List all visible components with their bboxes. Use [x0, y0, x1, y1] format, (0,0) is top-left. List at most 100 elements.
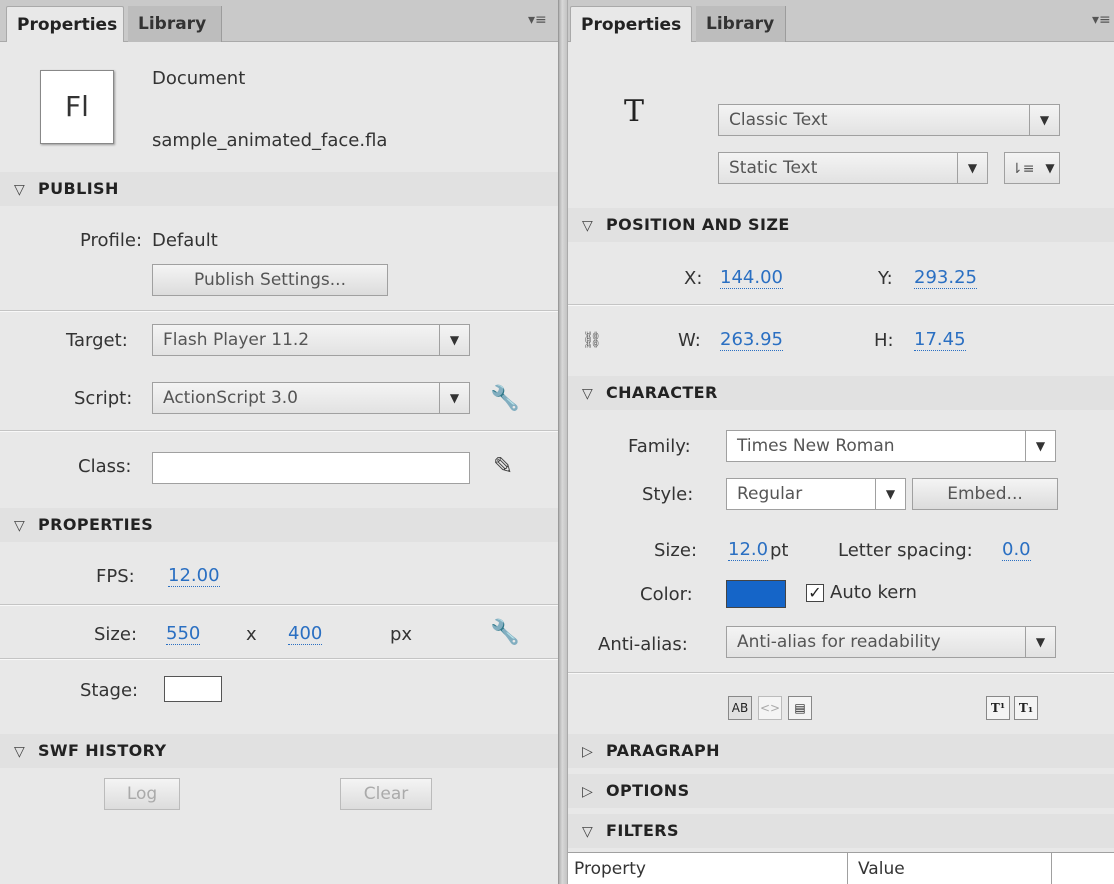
- stage-height-value[interactable]: 400: [288, 624, 323, 645]
- swf-history-section-header[interactable]: ▽ SWF HISTORY: [0, 734, 558, 768]
- script-label: Script:: [74, 388, 133, 409]
- paragraph-section-header[interactable]: ▷ PARAGRAPH: [568, 734, 1114, 768]
- property-column-header[interactable]: Property: [568, 853, 848, 884]
- options-title: OPTIONS: [606, 781, 690, 800]
- script-dropdown[interactable]: ActionScript 3.0 ▼: [152, 382, 470, 414]
- y-value[interactable]: 293.25: [914, 268, 977, 289]
- w-label: W:: [678, 330, 701, 351]
- anti-alias-value: Anti-alias for readability: [737, 632, 941, 652]
- x-value[interactable]: 144.00: [720, 268, 783, 289]
- text-orientation-icon: ⇂≡: [1011, 161, 1035, 177]
- filters-title: FILTERS: [606, 821, 679, 840]
- anti-alias-label: Anti-alias:: [598, 634, 688, 655]
- panel-splitter[interactable]: [558, 0, 568, 884]
- font-size-label: Size:: [654, 540, 698, 561]
- right-tab-bar: Properties Library ▾≡: [568, 0, 1114, 42]
- wrench-icon[interactable]: 🔧: [490, 618, 520, 646]
- filters-section-header[interactable]: ▽ FILTERS: [568, 814, 1114, 848]
- text-type-value: Static Text: [729, 158, 818, 178]
- target-value: Flash Player 11.2: [163, 330, 310, 350]
- properties-section-header[interactable]: ▽ PROPERTIES: [0, 508, 558, 542]
- text-type-dropdown[interactable]: Static Text ▼: [718, 152, 988, 184]
- subscript-icon[interactable]: T₁: [1014, 696, 1038, 720]
- chevron-down-icon: ▼: [875, 479, 905, 509]
- style-label: Style:: [642, 484, 694, 505]
- auto-kern-checkbox[interactable]: ✓: [806, 584, 824, 602]
- show-border-icon[interactable]: ▤: [788, 696, 812, 720]
- font-style-value: Regular: [737, 484, 803, 504]
- profile-label: Profile:: [80, 230, 143, 251]
- panel-menu-icon[interactable]: ▾≡: [528, 12, 548, 28]
- pencil-icon[interactable]: ✎: [488, 452, 518, 480]
- text-orientation-dropdown[interactable]: ⇂≡ ▼: [1004, 152, 1060, 184]
- publish-title: PUBLISH: [38, 179, 119, 198]
- embed-button[interactable]: Embed...: [912, 478, 1058, 510]
- font-style-dropdown[interactable]: Regular ▼: [726, 478, 906, 510]
- superscript-icon[interactable]: T¹: [986, 696, 1010, 720]
- render-html-icon[interactable]: <>: [758, 696, 782, 720]
- character-section-header[interactable]: ▽ CHARACTER: [568, 376, 1114, 410]
- class-input[interactable]: [152, 452, 470, 484]
- collapse-triangle-icon: ▽: [582, 824, 594, 840]
- divider: [568, 672, 1114, 674]
- script-value: ActionScript 3.0: [163, 388, 298, 408]
- tab-properties[interactable]: Properties: [6, 6, 124, 42]
- position-size-section-header[interactable]: ▽ POSITION AND SIZE: [568, 208, 1114, 242]
- collapse-triangle-icon: ▽: [582, 386, 594, 402]
- publish-settings-button[interactable]: Publish Settings...: [152, 264, 388, 296]
- target-dropdown[interactable]: Flash Player 11.2 ▼: [152, 324, 470, 356]
- size-unit: px: [390, 624, 413, 645]
- stage-color-swatch[interactable]: [164, 676, 222, 702]
- divider: [0, 310, 558, 312]
- right-properties-panel: Properties Library ▾≡ T Classic Text ▼ S…: [568, 0, 1114, 884]
- chevron-down-icon: ▼: [1025, 431, 1055, 461]
- divider: [0, 430, 558, 432]
- tab-library[interactable]: Library: [696, 6, 786, 42]
- auto-kern-label: Auto kern: [830, 582, 917, 603]
- properties-title: PROPERTIES: [38, 515, 154, 534]
- font-size-value[interactable]: 12.0: [728, 540, 769, 561]
- options-section-header[interactable]: ▷ OPTIONS: [568, 774, 1114, 808]
- color-label: Color:: [640, 584, 693, 605]
- font-size-unit: pt: [770, 540, 789, 561]
- paragraph-title: PARAGRAPH: [606, 741, 720, 760]
- h-value[interactable]: 17.45: [914, 330, 966, 351]
- font-family-dropdown[interactable]: Times New Roman ▼: [726, 430, 1056, 462]
- h-label: H:: [874, 330, 894, 351]
- text-color-swatch[interactable]: [726, 580, 786, 608]
- expand-triangle-icon: ▷: [582, 784, 594, 800]
- chevron-down-icon: ▼: [1029, 105, 1059, 135]
- anti-alias-dropdown[interactable]: Anti-alias for readability ▼: [726, 626, 1056, 658]
- collapse-triangle-icon: ▽: [14, 182, 26, 198]
- selectable-text-icon[interactable]: AB: [728, 696, 752, 720]
- text-engine-value: Classic Text: [729, 110, 828, 130]
- clear-button[interactable]: Clear: [340, 778, 432, 810]
- letter-spacing-value[interactable]: 0.0: [1002, 540, 1031, 561]
- w-value[interactable]: 263.95: [720, 330, 783, 351]
- document-type-label: Document: [152, 68, 246, 89]
- class-label: Class:: [78, 456, 132, 477]
- flash-document-icon: Fl: [40, 70, 114, 144]
- chevron-down-icon: ▼: [1045, 161, 1055, 175]
- value-column-header[interactable]: Value: [852, 853, 1052, 884]
- log-button[interactable]: Log: [104, 778, 180, 810]
- panel-menu-icon[interactable]: ▾≡: [1092, 12, 1112, 28]
- left-properties-panel: Properties Library ▾≡ Fl Document sample…: [0, 0, 558, 884]
- fps-value[interactable]: 12.00: [168, 566, 220, 587]
- publish-section-header[interactable]: ▽ PUBLISH: [0, 172, 558, 206]
- tab-library[interactable]: Library: [128, 6, 222, 42]
- expand-triangle-icon: ▷: [582, 744, 594, 760]
- tab-properties[interactable]: Properties: [570, 6, 692, 42]
- position-size-title: POSITION AND SIZE: [606, 215, 790, 234]
- y-label: Y:: [878, 268, 893, 289]
- stage-width-value[interactable]: 550: [166, 624, 201, 645]
- wrench-icon[interactable]: 🔧: [490, 384, 520, 412]
- target-label: Target:: [66, 330, 128, 351]
- family-label: Family:: [628, 436, 691, 457]
- font-family-value: Times New Roman: [737, 436, 895, 456]
- divider: [568, 304, 1114, 306]
- text-engine-dropdown[interactable]: Classic Text ▼: [718, 104, 1060, 136]
- fps-label: FPS:: [96, 566, 135, 587]
- lock-proportions-icon[interactable]: ⛓: [580, 330, 604, 349]
- collapse-triangle-icon: ▽: [14, 518, 26, 534]
